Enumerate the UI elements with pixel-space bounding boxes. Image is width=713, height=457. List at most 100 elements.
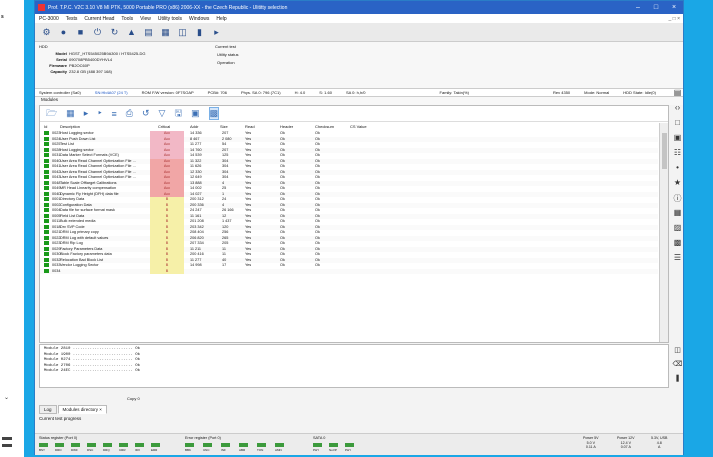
module-status-icon — [44, 186, 49, 190]
folder-icon[interactable]: 🗁 — [46, 106, 57, 122]
column-header[interactable]: Critical — [158, 124, 170, 129]
register-led — [135, 443, 144, 447]
maximize-button[interactable]: □ — [647, 4, 665, 11]
hdd-icon[interactable]: ▣ — [671, 133, 684, 148]
close-icon[interactable]: × — [99, 407, 102, 412]
register-bit: INF — [221, 443, 230, 452]
column-header[interactable]: Size — [220, 124, 228, 129]
module-status-icon — [44, 131, 49, 135]
grid-icon[interactable]: ▦ — [66, 108, 75, 119]
column-header[interactable]: Read — [245, 124, 255, 129]
log-line: Module 24EC ......................... Ok — [44, 369, 141, 373]
minimize-button[interactable]: – — [629, 4, 647, 11]
register-bit: DRQ — [103, 443, 112, 452]
chart-icon[interactable]: ☷ — [671, 148, 684, 163]
register-bit-label: DRD — [55, 448, 62, 452]
stack-icon[interactable]: ▨ — [671, 223, 684, 238]
menu-item[interactable]: Windows — [189, 16, 209, 22]
copy-icon[interactable]: ◫ — [671, 346, 684, 360]
cog-icon[interactable]: ⚙ — [41, 27, 52, 38]
log-side-tools: ◫ ⌫ ❚ — [671, 346, 684, 388]
list-icon[interactable]: ☰ — [671, 253, 684, 268]
menu-item[interactable]: View — [140, 16, 151, 22]
print-icon[interactable]: ⎙ — [126, 108, 133, 119]
star-icon[interactable]: ★ — [671, 178, 684, 193]
grid-icon[interactable]: ▦ — [671, 208, 684, 223]
capacity-value: 232.8 GB (488 397 168) — [69, 69, 112, 74]
column-header[interactable]: Checksum — [315, 124, 334, 129]
export-icon[interactable]: ▩ — [208, 107, 220, 120]
pause-icon[interactable]: ❚ — [671, 374, 684, 388]
module-status-icon — [44, 246, 49, 251]
menu-item[interactable]: Tests — [66, 16, 78, 22]
chip-icon[interactable]: ▦ — [160, 27, 171, 38]
id-icon[interactable]: ⓘ — [671, 193, 684, 208]
play-icon[interactable]: ▸ — [84, 108, 89, 119]
sn-label: S: 1.60 — [319, 90, 332, 95]
menu-item[interactable]: Utility tools — [158, 16, 182, 22]
modules-table-header: Id Description Critical Addr Size Read Header C… — [40, 123, 658, 130]
register-bit: BBK — [185, 443, 194, 452]
scrollbar-thumb[interactable] — [662, 133, 667, 169]
module-status-icon — [44, 153, 49, 157]
main-toolbar: ⚙ ● ■ ⏻ ↻ ▲ ▤ ▦ ◫ ▮ ▸ — [35, 23, 683, 42]
sata-label: SATA 0 — [313, 436, 326, 440]
code-icon[interactable]: ‹› — [671, 103, 684, 118]
info-icon[interactable]: ▤ — [143, 27, 154, 38]
tab-log[interactable]: Log — [39, 405, 57, 414]
register-bit: CRR — [119, 443, 128, 452]
tools-icon[interactable]: ■ — [75, 27, 86, 38]
register-led — [103, 443, 112, 447]
refresh-icon[interactable]: ↺ — [142, 108, 150, 119]
background-left-window: s ⌄ — [0, 0, 24, 457]
db-icon[interactable]: ▩ — [671, 238, 684, 253]
register-bit-label: DRQ — [103, 448, 110, 452]
filter-icon[interactable]: ▽ — [159, 108, 166, 119]
save-icon[interactable]: 🖫 — [174, 106, 182, 122]
module-status-icon — [44, 158, 49, 163]
column-header[interactable]: Description — [60, 124, 80, 129]
menu-icon[interactable]: ≡ — [112, 109, 117, 119]
column-header[interactable]: CS Value — [350, 124, 367, 129]
module-status-icon — [44, 213, 49, 218]
add-icon[interactable]: ‣ — [97, 108, 102, 119]
reset-icon[interactable]: ↻ — [109, 27, 120, 38]
clear-icon[interactable]: ⌫ — [671, 360, 684, 374]
dots-icon[interactable]: • — [671, 163, 684, 178]
firmware-key: Firmware — [49, 63, 67, 68]
table-row[interactable]: 0034 B — [40, 268, 658, 274]
column-header[interactable]: Header — [280, 124, 293, 129]
register-bit-label: UNC — [203, 448, 210, 452]
operation-label: Operation — [217, 60, 235, 65]
tab-modules-directory[interactable]: Modules directory × — [57, 405, 107, 414]
menu-item[interactable]: Help — [216, 16, 226, 22]
register-bit-label: DSC — [87, 448, 94, 452]
save-as-icon[interactable]: ▣ — [191, 108, 200, 119]
serial-value: 090708PB5400DYHVL4 — [69, 57, 113, 62]
left-window-label: s — [1, 14, 4, 20]
db-icon[interactable]: ◫ — [177, 27, 188, 38]
power-icon[interactable]: ⏻ — [92, 27, 103, 38]
modules-section-label: Modules — [35, 97, 683, 105]
column-header[interactable]: Addr — [190, 124, 198, 129]
register-bit: AMN — [275, 443, 284, 452]
utility-status-label: Utility status — [217, 52, 239, 57]
arrow-right-icon[interactable]: ▸ — [211, 27, 222, 38]
register-bit-label: AMN — [275, 448, 282, 452]
menu-item[interactable]: PC-3000 — [39, 16, 59, 22]
play-icon[interactable]: ▲ — [126, 27, 137, 38]
register-led — [239, 443, 248, 447]
register-led — [39, 443, 48, 447]
register-bit-label: NoVP — [329, 448, 337, 452]
modules-scrollbar[interactable] — [659, 123, 668, 342]
menu-item[interactable]: Tools — [121, 16, 133, 22]
disk-icon[interactable]: ● — [58, 27, 69, 38]
power5-label: Power 5V — [583, 436, 599, 440]
filter-icon[interactable]: ▤ — [671, 88, 684, 103]
close-button[interactable]: × — [665, 4, 683, 11]
page-icon[interactable]: □ — [671, 118, 684, 133]
signal-icon[interactable]: ▮ — [194, 27, 205, 38]
mdi-window-controls[interactable]: _ □ × — [669, 16, 681, 22]
menu-item[interactable]: Current Head — [84, 16, 114, 22]
column-header[interactable]: Id — [44, 124, 47, 129]
